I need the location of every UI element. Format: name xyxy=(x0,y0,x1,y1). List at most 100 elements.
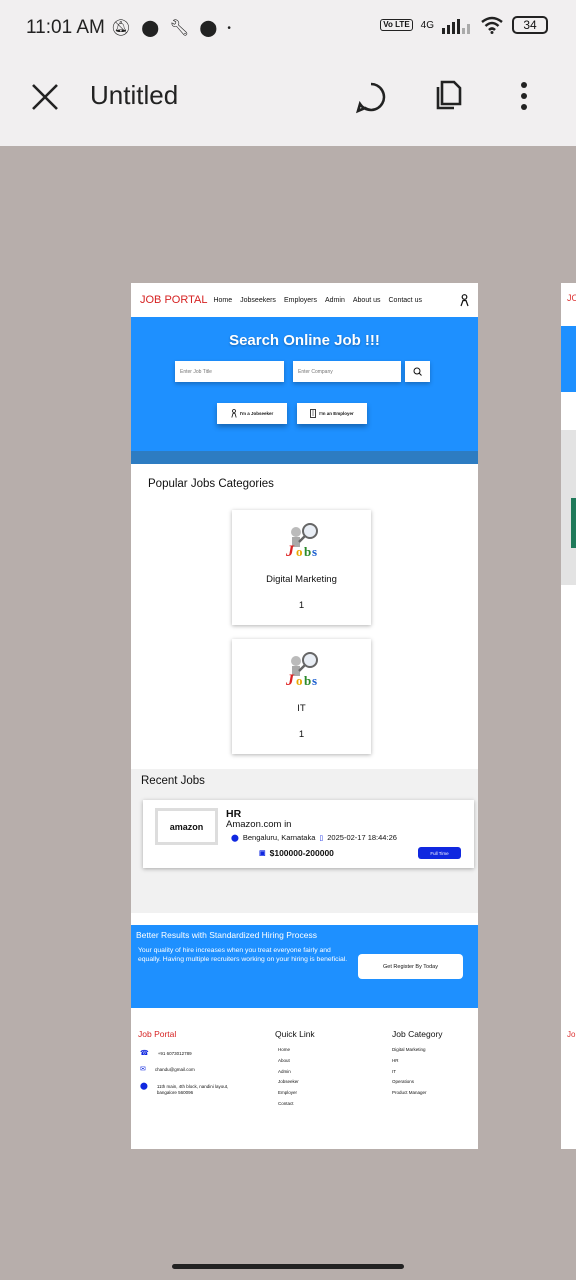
app-bar: Untitled xyxy=(0,56,576,146)
job-type-badge[interactable]: Full Time xyxy=(418,847,461,859)
search-icon xyxy=(413,367,422,376)
dot-icon: • xyxy=(227,22,231,34)
hero-title: Search Online Job !!! xyxy=(229,332,380,349)
footer-phone-row: ☎︎ +91 6073012789 xyxy=(140,1050,192,1057)
volte-icon: Vo LTE xyxy=(380,19,413,31)
footer-link-home[interactable]: Home xyxy=(278,1047,299,1052)
svg-text:s: s xyxy=(312,673,317,688)
jobseeker-button[interactable]: I'm a Jobseeker xyxy=(217,403,287,424)
category-name: Digital Marketing xyxy=(266,574,337,585)
category-card[interactable]: J o b s Digital Marketing 1 xyxy=(232,510,371,625)
company-logo: amazon xyxy=(155,808,218,845)
signal-icon xyxy=(442,19,470,34)
peek-footer-fragment: Jo xyxy=(567,1030,576,1039)
wrench-icon: 🔧︎ xyxy=(169,20,190,37)
footer-category-it[interactable]: IT xyxy=(392,1069,427,1074)
job-category-list: Digital Marketing HR IT Operations Produ… xyxy=(392,1047,427,1095)
nav-link-jobseekers[interactable]: Jobseekers xyxy=(240,297,276,304)
footer-email-row: ✉︎ chandu@gmail.com xyxy=(140,1066,195,1073)
categories-heading: Popular Jobs Categories xyxy=(148,478,274,490)
footer-category-digital-marketing[interactable]: Digital Marketing xyxy=(392,1047,427,1052)
muted-icon: 🔕︎ xyxy=(110,20,132,37)
nav-link-admin[interactable]: Admin xyxy=(325,297,345,304)
recent-jobs-heading: Recent Jobs xyxy=(141,775,205,787)
category-card[interactable]: J o b s IT 1 xyxy=(232,639,371,754)
svg-text:s: s xyxy=(312,544,317,559)
site-navbar: JOB PORTAL Home Jobseekers Employers Adm… xyxy=(131,283,478,317)
keyhole-icon: ⬤ xyxy=(199,20,218,37)
category-name: IT xyxy=(297,703,306,714)
svg-text:o: o xyxy=(296,544,303,559)
wifi-icon xyxy=(481,16,503,34)
company-input[interactable] xyxy=(293,361,401,382)
footer-link-admin[interactable]: Admin xyxy=(278,1069,299,1074)
footer-phone: +91 6073012789 xyxy=(157,1051,192,1056)
battery-icon: 34 xyxy=(512,16,548,34)
calendar-icon: ▯ xyxy=(319,834,324,842)
nav-link-employers[interactable]: Employers xyxy=(284,297,317,304)
network-type: 4G xyxy=(420,19,434,31)
search-button[interactable] xyxy=(405,361,430,382)
jobs-logo-icon: J o b s xyxy=(285,523,318,560)
cta-title: Better Results with Standardized Hiring … xyxy=(136,930,317,940)
footer-link-jobseeker[interactable]: Jobseeker xyxy=(278,1079,299,1084)
footer-link-employer[interactable]: Employer xyxy=(278,1090,299,1095)
job-meta: ⬤ Bengaluru, Karnataka ▯ 2025-02-17 18:4… xyxy=(231,833,397,842)
jobseeker-button-label: I'm a Jobseeker xyxy=(239,411,274,416)
footer-category-operations[interactable]: Operations xyxy=(392,1079,427,1084)
category-count: 1 xyxy=(298,600,305,611)
register-button[interactable]: Get Register By Today xyxy=(358,954,463,979)
footer-brand: Job Portal xyxy=(138,1029,177,1039)
job-title-input[interactable] xyxy=(175,361,284,382)
job-location: Bengaluru, Karnataka xyxy=(242,833,316,842)
footer-link-contact[interactable]: Contact xyxy=(278,1101,299,1106)
keyhole-icon: ⬤ xyxy=(141,20,160,37)
footer-category-product-manager[interactable]: Product Manager xyxy=(392,1090,427,1095)
nav-link-home[interactable]: Home xyxy=(213,297,232,304)
comment-icon[interactable] xyxy=(354,80,388,114)
quick-link-list: Home About Admin Jobseeker Employer Cont… xyxy=(278,1047,299,1106)
person-icon xyxy=(231,409,237,418)
jobs-logo-icon: J o b s xyxy=(285,652,318,689)
more-vert-icon[interactable] xyxy=(514,80,534,114)
nav-link-contact[interactable]: Contact us xyxy=(389,297,422,304)
job-salary-row: ▣ $100000-200000 xyxy=(259,848,334,858)
home-indicator[interactable] xyxy=(172,1264,404,1269)
footer-address-row: ⬤ 11th main, 4th block, nandini layout, … xyxy=(140,1083,235,1095)
user-icon[interactable] xyxy=(460,294,469,307)
footer-link-about[interactable]: About xyxy=(278,1058,299,1063)
job-salary: $100000-200000 xyxy=(269,848,334,858)
notification-icons: 🔕︎ ⬤ 🔧︎ ⬤ • xyxy=(111,18,231,38)
hiring-cta: Better Results with Standardized Hiring … xyxy=(131,925,478,1008)
status-bar: 11:01 AM 🔕︎ ⬤ 🔧︎ ⬤ • Vo LTE 4G 34 xyxy=(0,0,576,56)
cta-text: Your quality of hire increases when you … xyxy=(138,947,348,963)
document-title: Untitled xyxy=(90,80,179,110)
close-icon[interactable] xyxy=(28,80,62,114)
employer-button[interactable]: I'm an Employer xyxy=(297,403,367,424)
status-right: Vo LTE 4G 34 xyxy=(380,16,548,34)
svg-text:J: J xyxy=(285,543,295,560)
site-brand[interactable]: JOB PORTAL xyxy=(140,294,207,306)
building-icon xyxy=(310,409,317,418)
svg-text:J: J xyxy=(285,672,295,689)
quick-link-heading: Quick Link xyxy=(275,1029,315,1039)
peek-hero xyxy=(561,326,576,392)
copy-icon[interactable] xyxy=(430,78,464,112)
footer-email: chandu@gmail.com xyxy=(154,1067,195,1072)
page-preview[interactable]: JOB PORTAL Home Jobseekers Employers Adm… xyxy=(131,283,478,1149)
mail-icon: ✉︎ xyxy=(140,1066,146,1073)
job-category-heading: Job Category xyxy=(392,1029,443,1039)
hero-bottom-strip xyxy=(131,451,478,464)
footer-category-hr[interactable]: HR xyxy=(392,1058,427,1063)
job-card[interactable]: amazon HR Amazon.com in ⬤ Bengaluru, Kar… xyxy=(143,800,474,868)
next-page-peek[interactable]: JO Jo xyxy=(561,283,576,1149)
phone-icon: ☎︎ xyxy=(140,1050,149,1057)
status-time: 11:01 AM xyxy=(26,17,105,38)
svg-text:o: o xyxy=(296,673,303,688)
svg-text:b: b xyxy=(304,673,311,688)
search-hero: Search Online Job !!! I'm a Jobseeker I'… xyxy=(131,317,478,464)
nav-link-about[interactable]: About us xyxy=(353,297,381,304)
footer-address: 11th main, 4th block, nandini layout, ba… xyxy=(156,1084,229,1095)
nav-links: Home Jobseekers Employers Admin About us… xyxy=(213,297,422,304)
peek-brand-fragment: JO xyxy=(567,293,576,303)
